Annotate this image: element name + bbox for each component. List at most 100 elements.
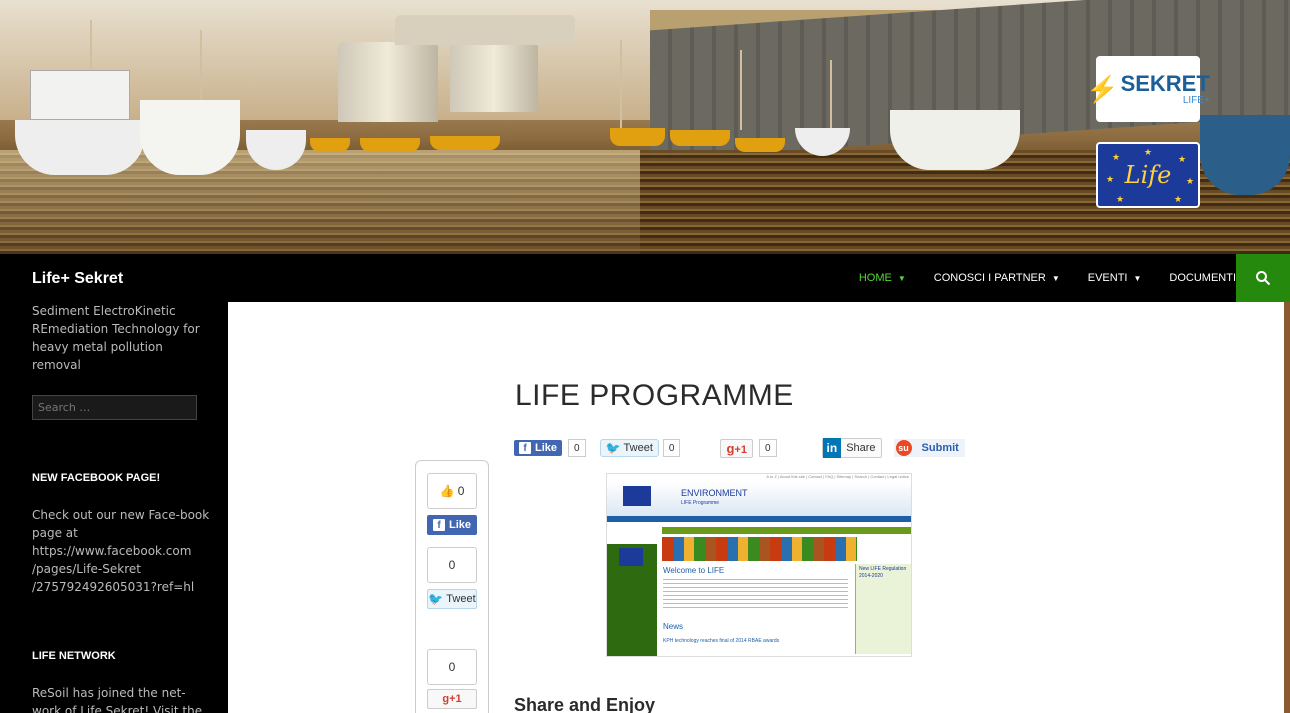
tweet-floating-count: 0 [427, 547, 477, 583]
chevron-down-icon: ▼ [1133, 273, 1142, 283]
screenshot-green-menu [662, 527, 911, 534]
screenshot-body-text [663, 579, 848, 609]
main-content: LIFE PROGRAMME f Like 0 🐦 Tweet 0 g+1 0 … [228, 302, 1284, 713]
google-plus-floating-label: +1 [449, 693, 462, 705]
facebook-icon: f [519, 442, 531, 454]
star-icon: ★ [1106, 174, 1115, 184]
banner-boat [735, 138, 785, 152]
screenshot-header [607, 482, 911, 516]
screenshot-env-subtitle: LIFE Programme [681, 500, 720, 506]
life-logo-text: Life [1124, 161, 1172, 189]
google-plus-icon: g [442, 693, 450, 705]
page-title: LIFE PROGRAMME [515, 379, 794, 412]
screenshot-photo-strip [662, 537, 857, 561]
banner-building [395, 15, 575, 45]
background-edge [1284, 302, 1290, 713]
linkedin-share-button[interactable]: in Share [821, 438, 882, 458]
page: ⚡ SEKRET LIFE+ ★ ★ ★ ★ ★ ★ ★ Life Life+ … [0, 0, 1290, 713]
tweet-button[interactable]: 🐦 Tweet [599, 439, 659, 457]
eu-flag-icon [623, 486, 651, 506]
star-icon: ★ [1112, 152, 1121, 162]
top-navbar: Life+ Sekret HOME ▼ CONOSCI I PARTNER ▼ … [0, 254, 1290, 302]
star-icon: ★ [1186, 176, 1195, 186]
banner-mast [830, 60, 832, 130]
site-tagline: Sediment ElectroKinetic REmediation Tech… [32, 304, 200, 372]
tweet-floating-label: Tweet [446, 593, 476, 605]
sidebar: Sediment ElectroKinetic REmediation Tech… [0, 302, 228, 713]
bolt-icon: ⚡ [1086, 73, 1119, 104]
menu-item-home[interactable]: HOME ▼ [859, 272, 906, 284]
screenshot-env-title: ENVIRONMENT [681, 488, 748, 498]
facebook-like-button[interactable]: f Like [514, 440, 563, 456]
floating-share-bar: 👍 0 f Like 0 🐦 Tweet 0 g +1 [415, 460, 489, 713]
menu-item-label: DOCUMENTI [1169, 272, 1236, 284]
screenshot-top-links: A to Z | About this site | Contact | FAQ… [766, 474, 909, 479]
screenshot-blue-bar [607, 516, 911, 522]
facebook-floating-like-label: Like [448, 519, 471, 531]
banner-boat [430, 136, 500, 150]
banner-boat-cabin [30, 70, 130, 120]
star-icon: ★ [1116, 194, 1125, 204]
facebook-floating-like-button[interactable]: f Like [427, 515, 477, 535]
google-plus-button[interactable]: g+1 [720, 438, 753, 458]
life-website-screenshot-image[interactable]: A to Z | About this site | Contact | FAQ… [606, 473, 912, 657]
facebook-floating-count-box: 👍 0 [427, 473, 477, 509]
tweet-floating-button[interactable]: 🐦 Tweet [427, 589, 477, 609]
widget-text-life-network: ReSoil has joined the net-work of Life S… [32, 686, 203, 713]
facebook-like-label: Like [535, 442, 558, 454]
screenshot-right-title: New LIFE Regulation 2014-2020 [859, 566, 907, 579]
facebook-icon: f [432, 519, 445, 531]
google-plus-label: +1 [734, 443, 747, 456]
thumbs-up-icon: 👍 [439, 484, 455, 498]
stumbleupon-submit-label: Submit [921, 442, 959, 454]
chevron-down-icon: ▼ [1051, 273, 1060, 283]
chevron-down-icon: ▼ [897, 273, 906, 283]
google-plus-floating-button[interactable]: g +1 [427, 689, 477, 709]
search-toggle-button[interactable] [1236, 254, 1290, 302]
linkedin-icon: in [822, 438, 842, 458]
banner-mast [740, 50, 742, 130]
menu-item-conosci-i-partner[interactable]: CONOSCI I PARTNER ▼ [934, 272, 1060, 284]
screenshot-life-logo [619, 548, 643, 566]
widget-title-life-network: LIFE NETWORK [32, 650, 116, 662]
menu-item-label: EVENTI [1087, 272, 1128, 284]
banner-boat [610, 128, 665, 146]
star-icon: ★ [1174, 194, 1183, 204]
linkedin-share-label: Share [846, 442, 876, 454]
banner-boat [140, 100, 240, 175]
sekret-logo-text: SEKRET [1120, 70, 1210, 96]
banner-boat [890, 110, 1020, 170]
main-menu: HOME ▼ CONOSCI I PARTNER ▼ EVENTI ▼ DOCU… [831, 254, 1236, 302]
banner-boat [15, 120, 145, 175]
star-icon: ★ [1178, 154, 1187, 164]
banner-silo [338, 42, 438, 122]
banner-mast [620, 40, 622, 130]
widget-title-facebook: NEW FACEBOOK PAGE! [32, 472, 161, 484]
banner-boat [670, 130, 730, 146]
google-plus-floating-count: 0 [427, 649, 477, 685]
menu-item-eventi[interactable]: EVENTI ▼ [1088, 272, 1142, 284]
twitter-bird-icon: 🐦 [605, 441, 621, 455]
share-and-enjoy-heading: Share and Enjoy [514, 695, 656, 713]
banner-boat [360, 138, 420, 152]
facebook-floating-count: 0 [457, 484, 465, 498]
life-logo: ★ ★ ★ ★ ★ ★ ★ Life [1096, 142, 1200, 208]
search-icon [1256, 271, 1271, 286]
widget-text-facebook: Check out our new Face-book page at http… [32, 508, 210, 594]
star-icon: ★ [1144, 147, 1153, 157]
header-banner-image[interactable]: ⚡ SEKRET LIFE+ ★ ★ ★ ★ ★ ★ ★ Life [0, 0, 1290, 254]
banner-boat [1200, 115, 1290, 195]
site-title-link[interactable]: Life+ Sekret [32, 270, 123, 288]
tweet-count: 0 [662, 439, 681, 457]
screenshot-news-heading: News [663, 622, 684, 631]
banner-silo [450, 42, 538, 112]
sidebar-search-input[interactable] [32, 395, 197, 420]
menu-item-documenti[interactable]: DOCUMENTI [1169, 272, 1236, 284]
stumbleupon-submit-button[interactable]: su Submit [893, 439, 965, 457]
sekret-logo: ⚡ SEKRET LIFE+ [1086, 56, 1210, 122]
menu-item-label: HOME [858, 272, 892, 284]
screenshot-news-item: KPH technology reaches final of 2014 RBA… [663, 638, 780, 644]
sekret-logo-subtext: LIFE+ [1182, 94, 1210, 106]
menu-item-label: CONOSCI I PARTNER [933, 272, 1046, 284]
screenshot-welcome-heading: Welcome to LIFE [663, 566, 725, 575]
